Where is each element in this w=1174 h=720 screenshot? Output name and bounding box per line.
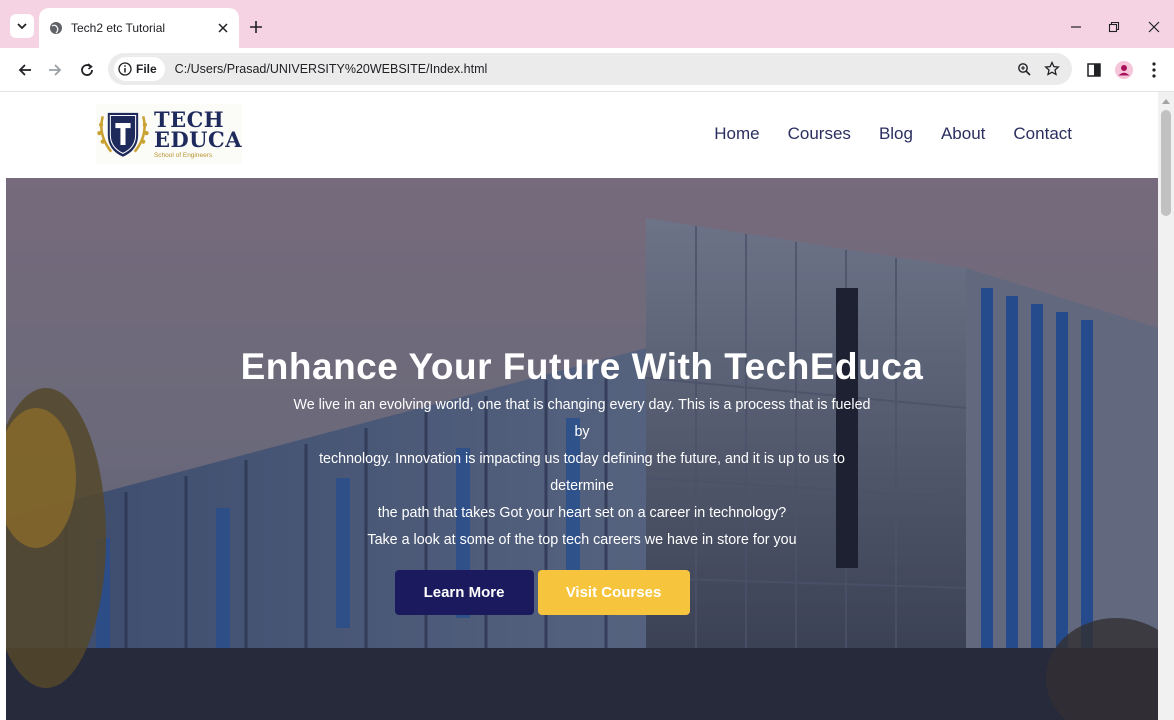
restore-button[interactable] xyxy=(1103,16,1125,38)
back-button[interactable] xyxy=(14,59,36,81)
browser-tab-strip: Tech2 etc Tutorial xyxy=(0,0,1174,48)
arrow-left-icon xyxy=(18,64,31,76)
globe-icon xyxy=(49,21,63,35)
hero-line-1: We live in an evolving world, one that i… xyxy=(293,397,871,440)
browser-toolbar: File C:/Users/Prasad/UNIVERSITY%20WEBSIT… xyxy=(0,48,1174,92)
logo-text: TECH EDUCA School of Engineers xyxy=(153,109,242,159)
reload-icon xyxy=(81,63,93,76)
reload-button[interactable] xyxy=(76,59,98,81)
profile-avatar-icon xyxy=(1115,61,1133,79)
hero-section: Enhance Your Future With TechEduca We li… xyxy=(6,178,1158,720)
address-bar[interactable]: File C:/Users/Prasad/UNIVERSITY%20WEBSIT… xyxy=(108,53,1072,85)
browser-menu-button[interactable] xyxy=(1143,59,1165,81)
side-panel-icon xyxy=(1087,63,1101,77)
tab-search-button[interactable] xyxy=(10,14,34,38)
site-header: TECH EDUCA School of Engineers Home Cour… xyxy=(6,92,1158,178)
hero-title: Enhance Your Future With TechEduca xyxy=(240,346,924,387)
bookmark-star-icon[interactable] xyxy=(1040,57,1064,81)
profile-button[interactable] xyxy=(1113,59,1135,81)
page-scrollbar[interactable] xyxy=(1158,92,1174,720)
scrollbar-thumb[interactable] xyxy=(1161,110,1171,216)
nav-contact[interactable]: Contact xyxy=(1013,124,1072,144)
zoom-icon[interactable] xyxy=(1012,57,1036,81)
kebab-menu-icon xyxy=(1152,62,1156,78)
nav-about[interactable]: About xyxy=(941,124,985,144)
browser-tab[interactable]: Tech2 etc Tutorial xyxy=(39,8,239,48)
side-panel-button[interactable] xyxy=(1083,59,1105,81)
logo-shield-icon xyxy=(97,112,149,157)
close-window-button[interactable] xyxy=(1143,16,1165,38)
nav-courses[interactable]: Courses xyxy=(788,124,851,144)
site-info-chip[interactable]: File xyxy=(114,57,165,81)
site-logo[interactable]: TECH EDUCA School of Engineers xyxy=(96,104,242,164)
learn-more-button[interactable]: Learn More xyxy=(394,570,534,615)
close-icon xyxy=(1148,21,1160,33)
visit-courses-button[interactable]: Visit Courses xyxy=(537,570,690,615)
page-viewport: TECH EDUCA School of Engineers Home Cour… xyxy=(6,92,1158,720)
hero-buttons: Learn More Visit Courses xyxy=(6,570,1158,615)
minimize-icon xyxy=(1071,26,1081,28)
restore-icon xyxy=(1108,21,1120,33)
arrow-right-icon xyxy=(49,64,62,76)
hero-line-3: the path that takes Got your heart set o… xyxy=(377,505,787,521)
close-tab-icon[interactable] xyxy=(213,18,233,38)
site-chip-label: File xyxy=(136,62,157,76)
chevron-down-icon xyxy=(17,23,27,30)
url-text[interactable]: C:/Users/Prasad/UNIVERSITY%20WEBSITE/Ind… xyxy=(175,62,1012,76)
hero-content: Enhance Your Future With TechEduca We li… xyxy=(6,346,1158,615)
scroll-up-arrow-icon[interactable] xyxy=(1158,94,1174,108)
main-navigation: Home Courses Blog About Contact xyxy=(714,124,1072,144)
nav-home[interactable]: Home xyxy=(714,124,759,144)
logo-line-2: EDUCA xyxy=(153,126,242,152)
minimize-button[interactable] xyxy=(1065,16,1087,38)
info-icon xyxy=(118,62,132,76)
tab-title: Tech2 etc Tutorial xyxy=(71,21,166,35)
logo-tagline: School of Engineers xyxy=(153,151,213,159)
plus-icon xyxy=(250,21,262,33)
hero-description: We live in an evolving world, one that i… xyxy=(287,392,877,554)
new-tab-button[interactable] xyxy=(246,17,266,37)
nav-blog[interactable]: Blog xyxy=(879,124,913,144)
hero-line-4: Take a look at some of the top tech care… xyxy=(367,532,797,548)
hero-line-2: technology. Innovation is impacting us t… xyxy=(319,451,845,494)
forward-button[interactable] xyxy=(44,59,66,81)
